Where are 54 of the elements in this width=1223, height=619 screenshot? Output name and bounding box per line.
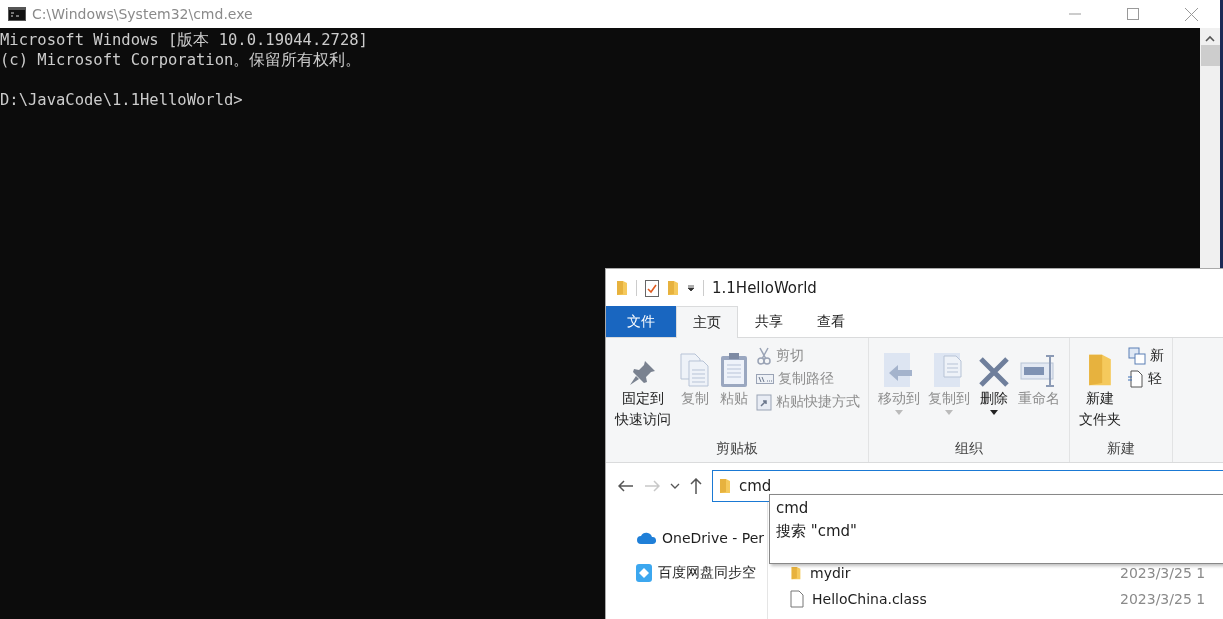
file-date: 2023/3/25 1: [1120, 591, 1206, 607]
checkbox-icon[interactable]: [645, 278, 659, 297]
folder-icon: [790, 566, 802, 580]
ribbon-tab[interactable]: 主页: [676, 306, 738, 338]
dropdown-icon[interactable]: [687, 283, 695, 292]
command-prompt: D:\JavaCode\1.1HelloWorld>: [0, 90, 244, 110]
cloud-icon: [636, 531, 656, 545]
caret-icon: [990, 410, 998, 415]
nav-item[interactable]: 百度网盘同步空: [606, 564, 767, 582]
suggestion-item[interactable]: 搜索 "cmd": [776, 521, 1223, 541]
recent-locations-button[interactable]: [670, 483, 680, 489]
close-icon[interactable]: [1184, 7, 1198, 21]
clipboard-icon: [719, 352, 749, 388]
ribbon-button[interactable]: 轻: [1126, 369, 1166, 389]
file-name[interactable]: HelloChina.class: [790, 590, 1120, 608]
file-menu-tab[interactable]: 文件: [606, 306, 676, 337]
ribbon-button[interactable]: 新建 文件夹: [1076, 346, 1124, 432]
console-line: (c) Microsoft Corporation。保留所有权利。: [0, 50, 363, 70]
up-button[interactable]: [690, 478, 702, 494]
new-item-icon: [1128, 347, 1146, 365]
back-button[interactable]: [618, 480, 634, 492]
copy-icon: [679, 352, 711, 388]
folder-icon: [667, 279, 679, 296]
window-title: 1.1HelloWorld: [712, 278, 817, 297]
ribbon-button[interactable]: 固定到 快速访问: [612, 346, 674, 432]
nav-item[interactable]: OneDrive - Per: [606, 530, 767, 546]
ribbon-tab[interactable]: 共享: [738, 306, 800, 337]
pin-icon: [628, 358, 658, 388]
ribbon-button[interactable]: 新: [1126, 346, 1166, 366]
file-name[interactable]: mydir: [790, 565, 1120, 581]
maximize-icon[interactable]: [1127, 8, 1139, 20]
scissors-icon: [756, 347, 772, 365]
group-label: 剪贴板: [715, 440, 759, 458]
console-icon: [8, 7, 26, 21]
folder-icon: [1087, 352, 1113, 388]
scroll-up-icon[interactable]: [1205, 35, 1215, 42]
ribbon-button[interactable]: 删除: [975, 346, 1013, 417]
path-icon: [756, 373, 774, 385]
ribbon-tab[interactable]: 查看: [800, 306, 862, 337]
document-icon: [1128, 370, 1144, 388]
delete-icon: [978, 356, 1010, 388]
scroll-thumb[interactable]: [1200, 45, 1220, 66]
folder-icon: [616, 279, 628, 296]
console-line: Microsoft Windows [版本 10.0.19044.2728]: [0, 30, 369, 50]
caret-icon: [895, 410, 903, 415]
window-title: C:\Windows\System32\cmd.exe: [32, 6, 254, 22]
shortcut-icon: [756, 393, 772, 411]
group-label: 新建: [1106, 440, 1136, 458]
folder-icon: [719, 478, 731, 494]
caret-icon: [945, 410, 953, 415]
group-label: 组织: [954, 440, 984, 458]
sync-drive-icon: [636, 564, 652, 582]
file-icon: [790, 590, 804, 608]
file-date: 2023/3/25 1: [1120, 565, 1206, 581]
